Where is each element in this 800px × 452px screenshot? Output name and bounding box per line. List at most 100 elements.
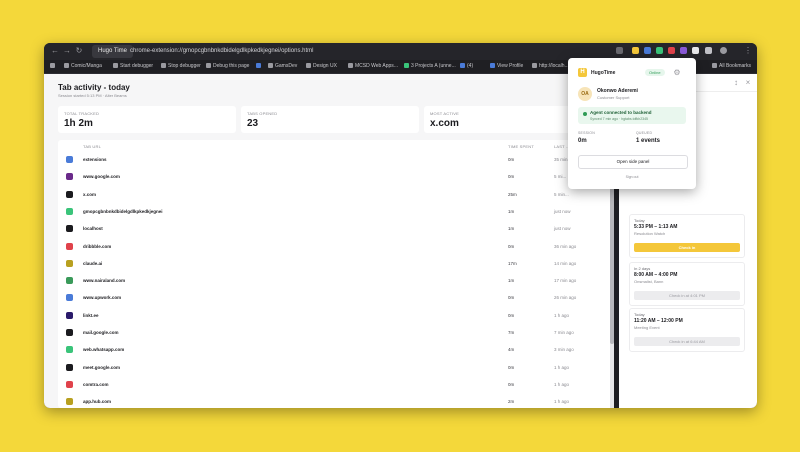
apps-icon[interactable] <box>50 62 57 71</box>
site-favicon-icon <box>66 225 73 233</box>
table-row[interactable]: mail.google.com 7m 7 min ago <box>58 325 614 342</box>
row-time: 25m <box>508 191 517 197</box>
tab-title[interactable]: Hugo Time <box>92 45 134 58</box>
row-time: 1m <box>508 278 515 284</box>
stat-value: 1h 2m <box>64 118 93 129</box>
table-row[interactable]: x.com 25m 5 min... <box>58 187 614 204</box>
column-header[interactable]: TIME SPENT <box>508 144 534 149</box>
row-last-seen: 1 h ago <box>554 312 570 318</box>
event-time: 8:00 AM – 4:00 PM <box>634 272 678 278</box>
stat-value: 23 <box>247 118 259 129</box>
avatar: OA <box>578 87 592 101</box>
extension-popup: H HugoTime Online ⚙ OA Okonwo Aderemi Cu… <box>568 58 696 189</box>
status-subtitle: Synced 7 min ago · hgtabs.tdfkh2345 <box>590 117 648 121</box>
row-time: 1m <box>508 208 515 214</box>
stat-card: TABS OPENED 23 <box>241 106 419 133</box>
row-url: mail.google.com <box>83 330 119 335</box>
back-icon[interactable]: ← <box>50 46 60 56</box>
star-icon[interactable] <box>616 47 623 54</box>
forward-icon[interactable]: → <box>62 46 72 56</box>
table-row[interactable]: dribbble.com 0m 36 min ago <box>58 239 614 256</box>
row-url: comtra.com <box>83 381 109 387</box>
bookmark-item[interactable]: http://localh... <box>532 62 569 71</box>
bookmark-item[interactable]: (4) <box>460 62 473 71</box>
bookmark-item[interactable]: Debug this page <box>206 62 249 71</box>
site-favicon-icon <box>66 156 73 163</box>
table-row[interactable]: linkt.ee 0m 1 h ago <box>58 308 614 325</box>
table-row[interactable]: extensions 0m 35 min... <box>58 152 614 169</box>
site-favicon-icon <box>66 207 73 215</box>
table-row[interactable]: localhost 1m just now <box>58 221 614 238</box>
app-name: HugoTime <box>591 70 616 76</box>
close-icon[interactable]: × <box>743 78 753 88</box>
session-value: 0m <box>578 138 587 144</box>
row-url: www.nairaland.com <box>83 278 126 284</box>
event-day: In 2 days <box>634 266 651 271</box>
profile-icon[interactable] <box>720 47 727 54</box>
extension-icon[interactable] <box>680 47 687 54</box>
bookmark-item[interactable]: Stop debugger <box>161 62 201 71</box>
site-favicon-icon <box>66 294 73 302</box>
puzzle-icon[interactable] <box>705 47 712 54</box>
pin-icon[interactable]: ↕ <box>731 78 741 88</box>
row-url: meet.google.com <box>83 364 121 370</box>
column-header[interactable]: TAB URL <box>83 144 101 149</box>
table-row[interactable]: www.google.com 0m 5 mi... <box>58 169 614 186</box>
event-card: In 2 days 8:00 AM – 4:00 PM Onsmalist, Ban… <box>629 262 745 306</box>
check-in-button[interactable]: Check in at 6:44 AM <box>634 337 740 346</box>
row-url: extensions <box>83 157 107 162</box>
row-url: localhost <box>83 226 103 232</box>
gear-icon[interactable]: ⚙ <box>672 68 682 78</box>
site-favicon-icon <box>66 259 73 267</box>
extension-icon[interactable] <box>656 47 663 54</box>
table-row[interactable]: meet.google.com 0m 1 h ago <box>58 360 614 377</box>
reload-icon[interactable]: ↻ <box>74 46 84 56</box>
sign-out-link[interactable]: Sign out <box>568 175 696 179</box>
address-bar[interactable]: chrome-extension://gmopcgbnbnkdbidelgdlk… <box>130 45 313 58</box>
all-bookmarks[interactable]: All Bookmarks <box>712 62 751 71</box>
bookmark-item[interactable]: GamsDev <box>268 62 297 71</box>
event-day: Today <box>634 312 645 317</box>
bookmark-item[interactable]: Design UX <box>306 62 337 71</box>
site-favicon-icon <box>66 329 73 336</box>
extension-icon[interactable] <box>644 47 651 54</box>
app-logo-icon: H <box>578 68 587 77</box>
event-time: 5:33 PM – 1:13 AM <box>634 224 678 230</box>
row-url: www.upwork.com <box>83 295 122 301</box>
queued-value: 1 events <box>636 138 661 144</box>
bookmark-item[interactable]: 3 Projects A (unne... <box>404 62 456 71</box>
site-favicon-icon <box>66 173 73 181</box>
extension-icon[interactable] <box>668 47 675 54</box>
event-name: Meeting Event <box>634 325 660 330</box>
bookmark-item[interactable]: View Profile <box>490 62 523 71</box>
table-row[interactable]: www.nairaland.com 1m 17 min ago <box>58 273 614 290</box>
row-last-seen: 26 min ago <box>554 295 577 301</box>
check-in-button[interactable]: Check in at 4:01 PM <box>634 291 740 300</box>
open-side-panel-button[interactable]: Open side panel <box>578 155 688 169</box>
extension-icon[interactable] <box>632 47 639 54</box>
menu-icon[interactable]: ⋮ <box>743 46 753 56</box>
check-in-button[interactable]: Check in <box>634 243 740 252</box>
table-row[interactable]: www.upwork.com 0m 26 min ago <box>58 290 614 307</box>
row-time: 0m <box>508 174 515 180</box>
table-row[interactable]: claude.ai 17m 14 min ago <box>58 256 614 273</box>
row-time: 0m <box>508 295 515 301</box>
user-name: Okonwo Aderemi <box>597 88 638 94</box>
extension-icon[interactable] <box>692 47 699 54</box>
event-day: Today <box>634 218 645 223</box>
row-time: 17m <box>508 260 517 266</box>
row-url: web.whatsapp.com <box>83 347 125 353</box>
bookmark-item[interactable]: Start debugger <box>113 62 153 71</box>
bookmark-item[interactable]: Comic/Manga <box>64 62 102 71</box>
table-row[interactable]: comtra.com 0m 1 h ago <box>58 377 614 394</box>
facebook-icon[interactable] <box>256 62 263 71</box>
table-row[interactable]: app.hub.com 2m 1 h ago <box>58 394 614 408</box>
row-last-seen: 5 min... <box>554 191 569 197</box>
table-row[interactable]: web.whatsapp.com 4m 3 min ago <box>58 342 614 359</box>
row-last-seen: 17 min ago <box>554 278 577 284</box>
row-last-seen: 5 mi... <box>554 174 567 180</box>
bookmark-item[interactable]: MCSD Web Apps... <box>348 62 398 71</box>
table-row[interactable]: gmopcgbnbnkdbidelgdlkpkedkjegnei 1m just n… <box>58 204 614 221</box>
site-favicon-icon <box>66 363 73 371</box>
row-url: dribbble.com <box>83 243 112 249</box>
